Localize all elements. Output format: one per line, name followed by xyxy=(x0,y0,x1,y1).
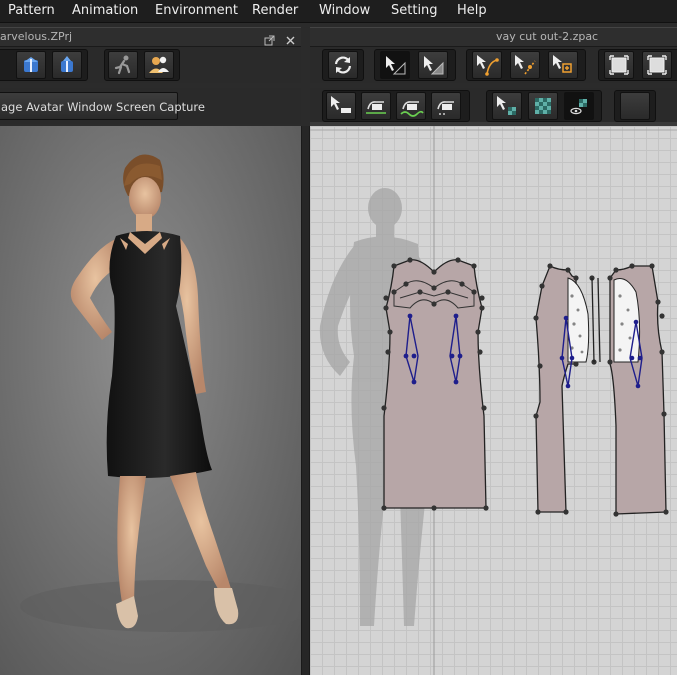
running-avatar-icon[interactable] xyxy=(108,51,138,79)
front-pattern-piece xyxy=(383,259,487,509)
edit-pattern-icon[interactable] xyxy=(418,51,448,79)
sewing-icon[interactable] xyxy=(361,92,391,120)
pattern-canvas xyxy=(310,126,677,675)
garment-fold-icon[interactable] xyxy=(52,51,82,79)
avatar-users-icon[interactable] xyxy=(144,51,174,79)
add-point-icon[interactable] xyxy=(510,51,540,79)
curve-point-icon[interactable] xyxy=(548,51,578,79)
avatar-figure xyxy=(20,154,301,632)
right-panel-title: vay cut out-2.zpac xyxy=(496,30,599,43)
right-panel-titlebar: vay cut out-2.zpac xyxy=(310,27,677,47)
menu-pattern[interactable]: Pattern xyxy=(4,0,59,22)
avatar-3d-viewport[interactable] xyxy=(0,126,301,675)
segment-tool-icon[interactable] xyxy=(326,92,356,120)
menu-help[interactable]: Help xyxy=(453,0,491,22)
pattern-select-icon[interactable] xyxy=(604,51,634,79)
blank-tool-icon[interactable] xyxy=(620,92,650,120)
screen-capture-button[interactable]: age Avatar Window Screen Capture xyxy=(0,92,205,120)
menu-window[interactable]: Window xyxy=(315,0,374,22)
refresh-icon[interactable] xyxy=(328,51,358,79)
menu-animation[interactable]: Animation xyxy=(68,0,142,22)
left-toolbar-2: age Avatar Window Screen Capture xyxy=(0,88,301,124)
left-panel-title: arvelous.ZPrj xyxy=(0,30,73,43)
panel-splitter[interactable] xyxy=(301,126,310,675)
popout-icon[interactable] xyxy=(264,31,275,46)
free-sewing-icon[interactable] xyxy=(396,92,426,120)
pattern-2d-viewport[interactable] xyxy=(310,126,677,675)
pattern-box-icon[interactable] xyxy=(642,51,672,79)
menu-bar: Pattern Animation Environment Render Win… xyxy=(0,0,677,23)
right-toolbar-2 xyxy=(310,88,677,124)
seam-tool-icon[interactable] xyxy=(431,92,461,120)
menu-setting[interactable]: Setting xyxy=(387,0,442,22)
menu-environment[interactable]: Environment xyxy=(151,0,242,22)
transform-pattern-icon[interactable] xyxy=(380,51,410,79)
left-panel-titlebar: arvelous.ZPrj xyxy=(0,27,301,47)
texture-hide-icon[interactable] xyxy=(564,92,594,120)
edit-curve-point-icon[interactable] xyxy=(472,51,502,79)
garment-view-icon[interactable] xyxy=(16,51,46,79)
right-toolbar xyxy=(310,47,677,83)
left-toolbar xyxy=(0,47,301,83)
texture-edit-icon[interactable] xyxy=(492,92,522,120)
texture-checker-icon[interactable] xyxy=(528,92,558,120)
close-icon[interactable] xyxy=(285,31,296,45)
menu-render[interactable]: Render xyxy=(248,0,302,22)
